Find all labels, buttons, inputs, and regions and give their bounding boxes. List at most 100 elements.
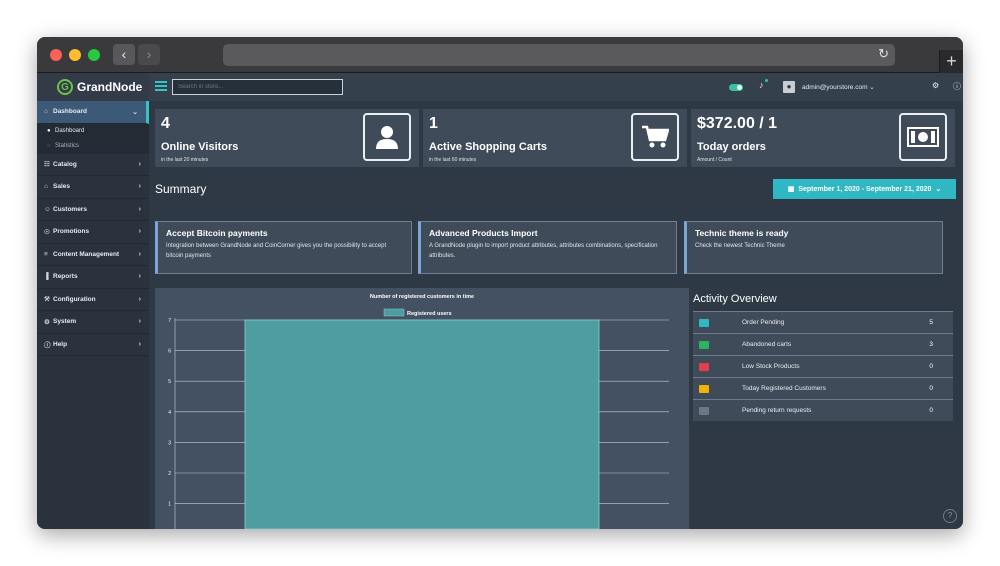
theme-toggle[interactable] <box>729 84 743 91</box>
news-card[interactable]: Technic theme is ready Check the newest … <box>684 221 943 274</box>
chevron-right-icon: › <box>138 160 141 168</box>
gear-icon[interactable]: ⚙ <box>932 81 939 90</box>
sidebar-subitem-statistics[interactable]: ○ Statistics <box>37 138 149 154</box>
stat-active-carts[interactable]: 1 Active Shopping Carts in the last 60 m… <box>423 109 687 167</box>
home-icon: ⌂ <box>44 108 48 116</box>
sidebar-subitem-label: Dashboard <box>55 128 85 134</box>
activity-row-value: 3 <box>929 341 933 348</box>
minimize-window-button[interactable] <box>69 49 81 61</box>
forward-arrow-icon[interactable]: › <box>138 44 160 65</box>
card-title: Accept Bitcoin payments <box>166 228 268 238</box>
stat-value: 4 <box>161 115 170 132</box>
sidebar-item-label: Customers <box>53 205 87 213</box>
news-card[interactable]: Advanced Products Import A GrandNode plu… <box>418 221 677 274</box>
sidebar-item-dashboard[interactable]: ⌂ Dashboard ⌄ <box>37 101 149 124</box>
y-tick-label: 7 <box>168 318 171 324</box>
logo[interactable]: G GrandNode <box>37 73 149 101</box>
help-icon[interactable]: ? <box>943 509 957 523</box>
chart-svg: Number of registered customers in time Re… <box>168 294 669 529</box>
chevron-right-icon: › <box>138 295 141 303</box>
stat-subtitle: in the last 60 minutes <box>429 157 477 163</box>
notification-dot <box>765 79 768 82</box>
activity-row-value: 0 <box>929 385 933 392</box>
zoom-window-button[interactable] <box>88 49 100 61</box>
sidebar-item-label: Configuration <box>53 295 96 303</box>
sidebar-item-sales[interactable]: ⌂ Sales › <box>37 176 149 199</box>
bullet-icon: ○ <box>47 143 51 149</box>
chart-title: Number of registered customers in time <box>370 294 474 300</box>
logo-text: GrandNode <box>77 80 143 94</box>
bar-registered-users <box>244 319 600 529</box>
activity-row[interactable]: Order Pending 5 <box>693 311 953 333</box>
activity-row-label: Low Stock Products <box>742 363 800 370</box>
chevron-down-icon: ⌄ <box>935 186 942 193</box>
shopping-cart-icon <box>631 113 679 161</box>
bell-icon[interactable]: ♪ <box>759 80 764 90</box>
y-tick-label: 1 <box>168 502 171 508</box>
sidebar-subitem-label: Statistics <box>55 143 80 149</box>
bullet-icon: ● <box>47 128 51 134</box>
legend-label: Registered users <box>407 311 452 317</box>
grandnode-logo-icon: G <box>57 79 73 95</box>
sidebar-item-configuration[interactable]: ⚒ Configuration › <box>37 289 149 311</box>
stat-today-orders[interactable]: $372.00 / 1 Today orders Amount / Count <box>691 109 955 167</box>
activity-row-value: 5 <box>929 319 933 326</box>
main-content: 4 Online Visitors in the last 20 minutes… <box>149 101 963 529</box>
activity-row-icon <box>699 341 709 349</box>
address-bar[interactable]: ↻ <box>223 44 895 66</box>
close-window-button[interactable] <box>50 49 62 61</box>
activity-row-icon <box>699 319 709 327</box>
new-tab-button[interactable]: + <box>939 50 963 73</box>
sidebar-item-label: Reports <box>53 273 78 281</box>
card-description: Check the newest Technic Theme <box>695 243 785 249</box>
legend-swatch <box>383 308 405 317</box>
activity-row[interactable]: Low Stock Products 0 <box>693 355 953 377</box>
date-range-picker[interactable]: ▦ September 1, 2020 - September 21, 2020… <box>773 179 956 199</box>
activity-row-label: Pending return requests <box>742 407 812 414</box>
chevron-down-icon: ⌄ <box>132 108 138 116</box>
chevron-right-icon: › <box>138 250 141 258</box>
cart-icon: ⌂ <box>44 183 48 191</box>
y-tick-label: 4 <box>168 410 171 416</box>
info-icon[interactable]: ⓘ <box>953 81 961 92</box>
news-card[interactable]: Accept Bitcoin payments Integration betw… <box>155 221 412 274</box>
avatar[interactable]: ● <box>783 81 795 93</box>
sidebar-item-customers[interactable]: ☺ Customers › <box>37 199 149 221</box>
card-title: Advanced Products Import <box>429 228 538 238</box>
card-title: Technic theme is ready <box>695 228 789 238</box>
activity-row[interactable]: Abandoned carts 3 <box>693 333 953 355</box>
chevron-right-icon: › <box>138 183 141 191</box>
stat-title: Active Shopping Carts <box>429 141 547 153</box>
activity-row[interactable]: Today Registered Customers 0 <box>693 377 953 399</box>
sidebar-subitem-dashboard[interactable]: ● Dashboard <box>37 123 149 139</box>
activity-row-value: 0 <box>929 407 933 414</box>
user-menu[interactable]: admin@yourstore.com ⌄ <box>802 83 875 91</box>
sidebar-item-content-management[interactable]: ≡ Content Management › <box>37 244 149 266</box>
y-tick-label: 2 <box>168 471 171 477</box>
sidebar-item-label: Help <box>53 340 68 348</box>
top-navbar: ♪ ● admin@yourstore.com ⌄ ⚙ ⓘ ⌂ <box>149 73 963 101</box>
sitemap-icon: ☷ <box>44 161 50 169</box>
y-tick-label: 5 <box>168 379 171 385</box>
stat-title: Today orders <box>697 141 766 153</box>
sidebar-item-label: Sales <box>53 183 70 191</box>
search-input[interactable] <box>172 79 343 95</box>
reload-icon[interactable]: ↻ <box>878 46 889 62</box>
stat-online-visitors[interactable]: 4 Online Visitors in the last 20 minutes <box>155 109 419 167</box>
sidebar-item-system[interactable]: ⚙ System › <box>37 311 149 334</box>
activity-row[interactable]: Pending return requests 0 <box>693 399 953 421</box>
lightbulb-icon: ☉ <box>44 228 50 236</box>
activity-row-icon <box>699 363 709 371</box>
chevron-right-icon: › <box>138 205 141 213</box>
sidebar-item-reports[interactable]: ▐ Reports › <box>37 266 149 289</box>
sidebar-item-catalog[interactable]: ☷ Catalog › <box>37 154 149 176</box>
sidebar-item-label: Dashboard <box>53 108 87 116</box>
sidebar-item-help[interactable]: ⓘ Help › <box>37 334 149 356</box>
bar-chart-icon: ▐ <box>44 273 49 281</box>
sidebar-item-promotions[interactable]: ☉ Promotions › <box>37 221 149 244</box>
activity-overview: Activity Overview Order Pending 5 Abandone… <box>693 293 953 421</box>
money-bill-icon <box>899 113 947 161</box>
activity-row-label: Today Registered Customers <box>742 385 826 392</box>
back-arrow-icon[interactable]: ‹ <box>113 44 135 65</box>
hamburger-menu-icon[interactable] <box>155 81 167 91</box>
